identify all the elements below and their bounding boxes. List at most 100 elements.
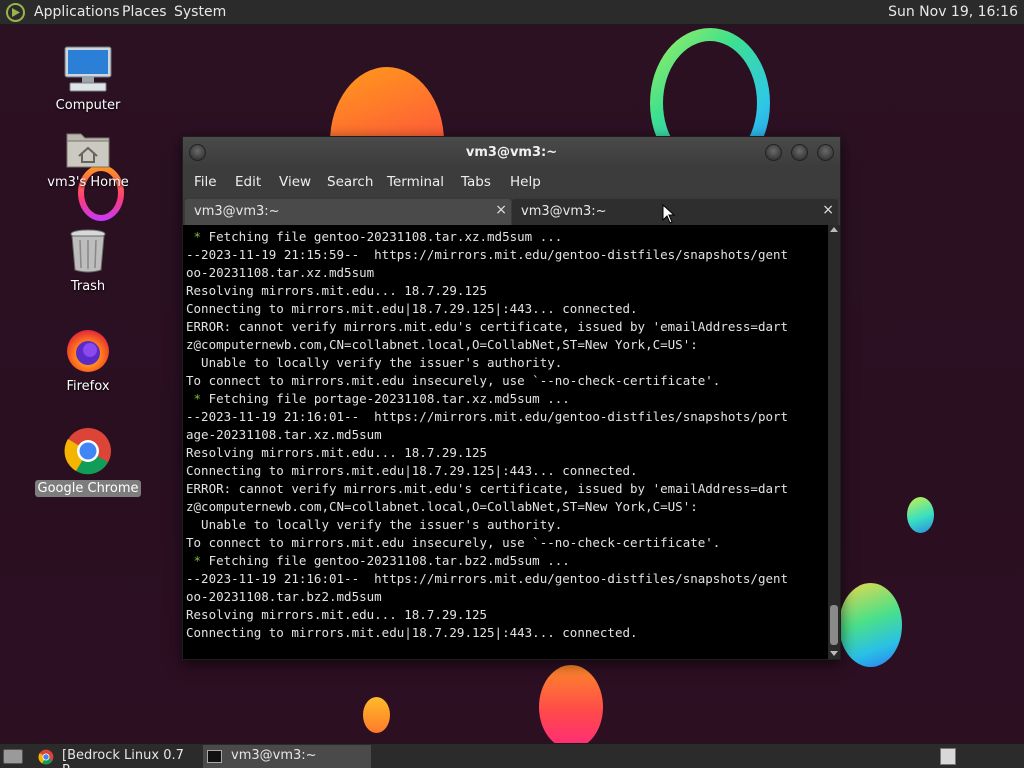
- terminal-line-text: Fetching file gentoo-20231108.tar.xz.md5…: [208, 229, 563, 244]
- firefox-icon: [67, 330, 109, 372]
- terminal-line-text: Connecting to mirrors.mit.edu|18.7.29.12…: [186, 625, 638, 640]
- terminal-window: vm3@vm3:~ File Edit View Search Terminal…: [182, 136, 841, 660]
- menu-help[interactable]: Help: [510, 174, 541, 190]
- distro-logo-icon[interactable]: [6, 3, 26, 22]
- terminal-line: Resolving mirrors.mit.edu... 18.7.29.125: [186, 282, 826, 300]
- terminal-line-text: To connect to mirrors.mit.edu insecurely…: [186, 373, 721, 388]
- menu-search[interactable]: Search: [327, 174, 373, 190]
- terminal-line: z@computernewb.com,CN=collabnet.local,O=…: [186, 336, 826, 354]
- tab-terminal-1[interactable]: vm3@vm3:~ ×: [185, 199, 511, 225]
- menu-tabs[interactable]: Tabs: [461, 174, 491, 190]
- terminal-line-text: --2023-11-19 21:15:59-- https://mirrors.…: [186, 247, 789, 262]
- terminal-line-text: Fetching file gentoo-20231108.tar.bz2.md…: [208, 553, 570, 568]
- close-button[interactable]: [817, 144, 834, 161]
- terminal-line-text: Resolving mirrors.mit.edu... 18.7.29.125: [186, 607, 488, 622]
- terminal-line: Connecting to mirrors.mit.edu|18.7.29.12…: [186, 300, 826, 318]
- terminal-text: * Fetching file gentoo-20231108.tar.xz.m…: [186, 228, 826, 642]
- taskbar-item-terminal[interactable]: vm3@vm3:~: [203, 745, 371, 768]
- desktop-icon-label: vm3's Home: [47, 175, 129, 190]
- terminal-line-text: --2023-11-19 21:16:01-- https://mirrors.…: [186, 409, 789, 424]
- maximize-button[interactable]: [791, 144, 808, 161]
- terminal-line-text: Connecting to mirrors.mit.edu|18.7.29.12…: [186, 463, 638, 478]
- window-titlebar[interactable]: vm3@vm3:~: [183, 137, 840, 169]
- chrome-icon: [64, 428, 111, 475]
- top-panel: Applications Places System Sun Nov 19, 1…: [0, 0, 1024, 25]
- desktop-icon-computer[interactable]: Computer: [33, 45, 143, 114]
- tab-label: vm3@vm3:~: [521, 204, 607, 219]
- terminal-line-text: oo-20231108.tar.xz.md5sum: [186, 265, 375, 280]
- terminal-line: --2023-11-19 21:16:01-- https://mirrors.…: [186, 570, 826, 588]
- terminal-line: --2023-11-19 21:15:59-- https://mirrors.…: [186, 246, 826, 264]
- desktop-icon-label: Firefox: [66, 379, 110, 394]
- wallpaper-bubble: [907, 497, 934, 533]
- clock[interactable]: Sun Nov 19, 16:16: [888, 4, 1018, 20]
- desktop-icon-chrome[interactable]: Google Chrome: [33, 426, 143, 497]
- taskbar-item-label: [Bedrock Linux 0.7 P...: [62, 748, 184, 768]
- terminal-line: Resolving mirrors.mit.edu... 18.7.29.125: [186, 606, 826, 624]
- home-folder-icon: [66, 133, 110, 168]
- scroll-up-arrow-icon[interactable]: [830, 227, 838, 232]
- terminal-line-text: z@computernewb.com,CN=collabnet.local,O=…: [186, 499, 698, 514]
- terminal-line-star: *: [186, 553, 209, 568]
- desktop-icon-trash[interactable]: Trash: [33, 228, 143, 295]
- terminal-line: To connect to mirrors.mit.edu insecurely…: [186, 372, 826, 390]
- desktop-icon-label: Google Chrome: [34, 480, 142, 497]
- terminal-line: ERROR: cannot verify mirrors.mit.edu's c…: [186, 480, 826, 498]
- terminal-line: Resolving mirrors.mit.edu... 18.7.29.125: [186, 444, 826, 462]
- bottom-panel: [Bedrock Linux 0.7 P... vm3@vm3:~: [0, 743, 1024, 768]
- terminal-line: Unable to locally verify the issuer's au…: [186, 516, 826, 534]
- terminal-line: Unable to locally verify the issuer's au…: [186, 354, 826, 372]
- terminal-line: * Fetching file gentoo-20231108.tar.xz.m…: [186, 228, 826, 246]
- tab-close-icon[interactable]: ×: [822, 202, 834, 218]
- desktop-icon-firefox[interactable]: Firefox: [33, 326, 143, 395]
- tab-bar: vm3@vm3:~ × vm3@vm3:~ ×: [183, 197, 840, 225]
- computer-icon: [64, 46, 112, 92]
- menu-terminal[interactable]: Terminal: [387, 174, 444, 190]
- terminal-line-text: ERROR: cannot verify mirrors.mit.edu's c…: [186, 481, 789, 496]
- wallpaper-bubble: [363, 697, 390, 733]
- scrollbar[interactable]: [828, 225, 840, 659]
- terminal-line-text: age-20231108.tar.xz.md5sum: [186, 427, 382, 442]
- terminal-line-text: Resolving mirrors.mit.edu... 18.7.29.125: [186, 283, 488, 298]
- terminal-line: * Fetching file portage-20231108.tar.xz.…: [186, 390, 826, 408]
- terminal-line-text: Connecting to mirrors.mit.edu|18.7.29.12…: [186, 301, 638, 316]
- terminal-line: ERROR: cannot verify mirrors.mit.edu's c…: [186, 318, 826, 336]
- scroll-down-arrow-icon[interactable]: [830, 651, 838, 656]
- taskbar-item-chrome[interactable]: [Bedrock Linux 0.7 P...: [34, 745, 200, 768]
- terminal-line: oo-20231108.tar.bz2.md5sum: [186, 588, 826, 606]
- terminal-line-text: Unable to locally verify the issuer's au…: [186, 517, 563, 532]
- applications-menu[interactable]: Applications: [34, 4, 120, 20]
- show-desktop-icon[interactable]: [3, 749, 23, 764]
- terminal-line-text: Fetching file portage-20231108.tar.xz.md…: [208, 391, 570, 406]
- terminal-line-star: *: [186, 229, 209, 244]
- terminal-line: age-20231108.tar.xz.md5sum: [186, 426, 826, 444]
- terminal-output[interactable]: * Fetching file gentoo-20231108.tar.xz.m…: [183, 225, 828, 659]
- terminal-line-text: Resolving mirrors.mit.edu... 18.7.29.125: [186, 445, 488, 460]
- wallpaper-bubble: [839, 583, 902, 667]
- terminal-line-text: Unable to locally verify the issuer's au…: [186, 355, 563, 370]
- chrome-icon: [38, 749, 54, 765]
- menu-view[interactable]: View: [279, 174, 311, 190]
- terminal-line-star: *: [186, 391, 209, 406]
- terminal-line: oo-20231108.tar.xz.md5sum: [186, 264, 826, 282]
- terminal-line: z@computernewb.com,CN=collabnet.local,O=…: [186, 498, 826, 516]
- terminal-line-text: z@computernewb.com,CN=collabnet.local,O=…: [186, 337, 698, 352]
- menu-edit[interactable]: Edit: [235, 174, 261, 190]
- wallpaper-bubble: [539, 665, 603, 743]
- taskbar-item-label: vm3@vm3:~: [231, 748, 317, 763]
- minimize-button[interactable]: [765, 144, 782, 161]
- window-title: vm3@vm3:~: [465, 145, 558, 160]
- trash-icon: [70, 229, 106, 273]
- desktop-icon-home[interactable]: vm3's Home: [33, 128, 143, 191]
- tab-close-icon[interactable]: ×: [495, 202, 507, 218]
- places-menu[interactable]: Places: [122, 4, 167, 20]
- menu-file[interactable]: File: [194, 174, 217, 190]
- terminal-line: Connecting to mirrors.mit.edu|18.7.29.12…: [186, 462, 826, 480]
- system-menu[interactable]: System: [174, 4, 226, 20]
- terminal-line: Connecting to mirrors.mit.edu|18.7.29.12…: [186, 624, 826, 642]
- terminal-line: --2023-11-19 21:16:01-- https://mirrors.…: [186, 408, 826, 426]
- scrollbar-thumb[interactable]: [830, 605, 838, 645]
- mouse-cursor-icon: [662, 204, 676, 224]
- desktop-icon-label: Trash: [70, 279, 106, 294]
- workspace-switcher[interactable]: [940, 748, 956, 765]
